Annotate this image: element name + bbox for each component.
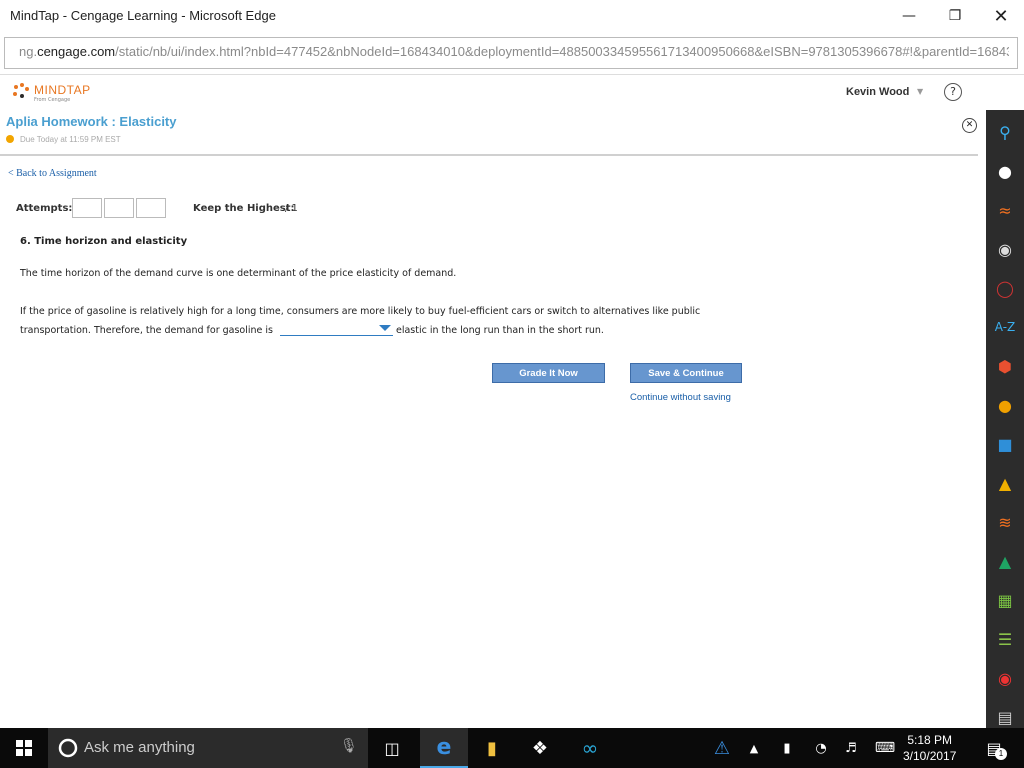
close-icon[interactable]: ✕ bbox=[962, 118, 977, 133]
grade-icon[interactable]: ◉ bbox=[991, 664, 1019, 692]
windows-logo-icon bbox=[16, 740, 32, 756]
minimize-button[interactable]: — bbox=[886, 0, 932, 32]
url-host: cengage.com bbox=[37, 44, 116, 59]
user-icon[interactable]: ● bbox=[991, 157, 1019, 185]
assignment-content: Aplia Homework : Elasticity Due Today at… bbox=[0, 110, 986, 728]
battery-icon[interactable]: ▮ bbox=[774, 728, 800, 768]
restore-button[interactable]: ❐ bbox=[932, 0, 978, 32]
keep-highest-label: Keep the Highest: bbox=[193, 203, 295, 214]
six-icon[interactable]: ● bbox=[991, 391, 1019, 419]
attempt-box-3 bbox=[136, 198, 166, 218]
notification-count-badge: 1 bbox=[995, 748, 1007, 760]
scrollbar[interactable] bbox=[978, 110, 986, 728]
bookmark-icon[interactable]: ▲ bbox=[991, 469, 1019, 497]
merriam-webster-icon[interactable]: ◯ bbox=[991, 274, 1019, 302]
question-paragraph-2: If the price of gasoline is relatively h… bbox=[20, 306, 701, 317]
taskbar: Ask me anything 🎙 ◫ e ▮ ❖ ∞ ⚠ ▲ ▮ ◔ ♬ ⌨ … bbox=[0, 728, 1024, 768]
chevron-down-icon[interactable]: ▼ bbox=[917, 87, 923, 96]
continue-without-saving-link[interactable]: Continue without saving bbox=[630, 392, 731, 403]
edge-icon[interactable]: e bbox=[420, 728, 468, 768]
help-button[interactable]: ? bbox=[944, 83, 962, 101]
address-bar-area: ng.cengage.com/static/nb/ui/index.html?n… bbox=[0, 32, 1024, 75]
file-explorer-icon[interactable]: ▮ bbox=[470, 728, 514, 768]
keyboard-icon[interactable]: ⌨ bbox=[870, 728, 900, 768]
question-title: 6. Time horizon and elasticity bbox=[20, 236, 188, 247]
close-window-button[interactable]: ✕ bbox=[978, 0, 1024, 32]
volume-icon[interactable]: ♬ bbox=[838, 728, 864, 768]
dropbox-icon[interactable]: ❖ bbox=[518, 728, 562, 768]
cart-icon[interactable]: ▦ bbox=[991, 586, 1019, 614]
assignment-title: Aplia Homework : Elasticity bbox=[6, 114, 177, 129]
url-prefix: ng. bbox=[19, 44, 38, 59]
chevron-down-icon[interactable] bbox=[379, 325, 391, 331]
assignment-header: Aplia Homework : Elasticity Due Today at… bbox=[0, 110, 980, 156]
address-bar[interactable]: ng.cengage.com/static/nb/ui/index.html?n… bbox=[4, 37, 1018, 69]
a-z-icon[interactable]: A-Z bbox=[991, 313, 1019, 341]
messages-icon[interactable]: ▤ bbox=[991, 703, 1019, 731]
chevron-up-icon[interactable]: ▲ bbox=[744, 728, 764, 768]
window-titlebar: MindTap - Cengage Learning - Microsoft E… bbox=[0, 0, 1024, 32]
app-dock: ⚲ ● ≈ ◉ ◯ A-Z ⬢ ● ■ ▲ ≋ ▲ ▦ ☰ ◉ ▤ bbox=[986, 110, 1024, 728]
mindtap-header: MINDTAP From Cengage Kevin Wood ▼ ? bbox=[0, 75, 1024, 109]
question-paragraph-3b: elastic in the long run than in the shor… bbox=[396, 325, 604, 336]
due-clock-icon bbox=[6, 135, 14, 143]
logo-subtext: From Cengage bbox=[34, 97, 71, 103]
logo-text: MINDTAP bbox=[34, 83, 91, 97]
mindtap-logo-icon bbox=[13, 83, 29, 98]
rss-icon[interactable]: ≈ bbox=[991, 196, 1019, 224]
clock-date: 3/10/2017 bbox=[903, 749, 957, 763]
wifi-icon[interactable]: ◔ bbox=[808, 728, 834, 768]
search-icon[interactable]: ⚲ bbox=[991, 118, 1019, 146]
windows-start-button[interactable] bbox=[0, 728, 48, 768]
window-title: MindTap - Cengage Learning - Microsoft E… bbox=[10, 8, 276, 23]
user-menu[interactable]: Kevin Wood bbox=[846, 86, 909, 98]
question-paragraph-3a: transportation. Therefore, the demand fo… bbox=[20, 325, 273, 336]
cv-icon[interactable]: ⬢ bbox=[991, 352, 1019, 380]
google-drive-icon[interactable]: ▲ bbox=[991, 547, 1019, 575]
notes-icon[interactable]: ☰ bbox=[991, 625, 1019, 653]
due-date: Due Today at 11:59 PM EST bbox=[20, 135, 121, 144]
task-view-icon[interactable]: ◫ bbox=[370, 728, 414, 768]
search-placeholder: Ask me anything bbox=[84, 739, 195, 756]
cortana-icon bbox=[58, 738, 78, 758]
grade-it-now-button[interactable]: Grade It Now bbox=[492, 363, 605, 383]
book-icon[interactable]: ■ bbox=[991, 430, 1019, 458]
attempt-box-2 bbox=[104, 198, 134, 218]
warning-update-icon[interactable]: ⚠ bbox=[706, 728, 738, 768]
microphone-icon[interactable]: 🎙 bbox=[340, 738, 358, 754]
audio-icon[interactable]: ≋ bbox=[991, 508, 1019, 536]
answer-dropdown[interactable] bbox=[280, 322, 393, 336]
clock-time: 5:18 PM bbox=[907, 733, 953, 747]
save-continue-button[interactable]: Save & Continue bbox=[630, 363, 742, 383]
url-rest: /static/nb/ui/index.html?nbId=477452&nbN… bbox=[115, 44, 1009, 59]
keep-highest-value: / 1 bbox=[285, 203, 298, 214]
system-clock[interactable]: 5:18 PM 3/10/2017 bbox=[903, 732, 956, 764]
attempt-box-1 bbox=[72, 198, 102, 218]
question-paragraph-1: The time horizon of the demand curve is … bbox=[20, 268, 457, 279]
attempts-label: Attempts: bbox=[16, 203, 73, 214]
cortana-search[interactable]: Ask me anything 🎙 bbox=[48, 728, 368, 768]
url-text[interactable]: ng.cengage.com/static/nb/ui/index.html?n… bbox=[19, 44, 1009, 59]
arduino-icon[interactable]: ∞ bbox=[566, 728, 614, 768]
back-to-assignment-link[interactable]: < Back to Assignment bbox=[8, 168, 97, 179]
disc-icon[interactable]: ◉ bbox=[991, 235, 1019, 263]
